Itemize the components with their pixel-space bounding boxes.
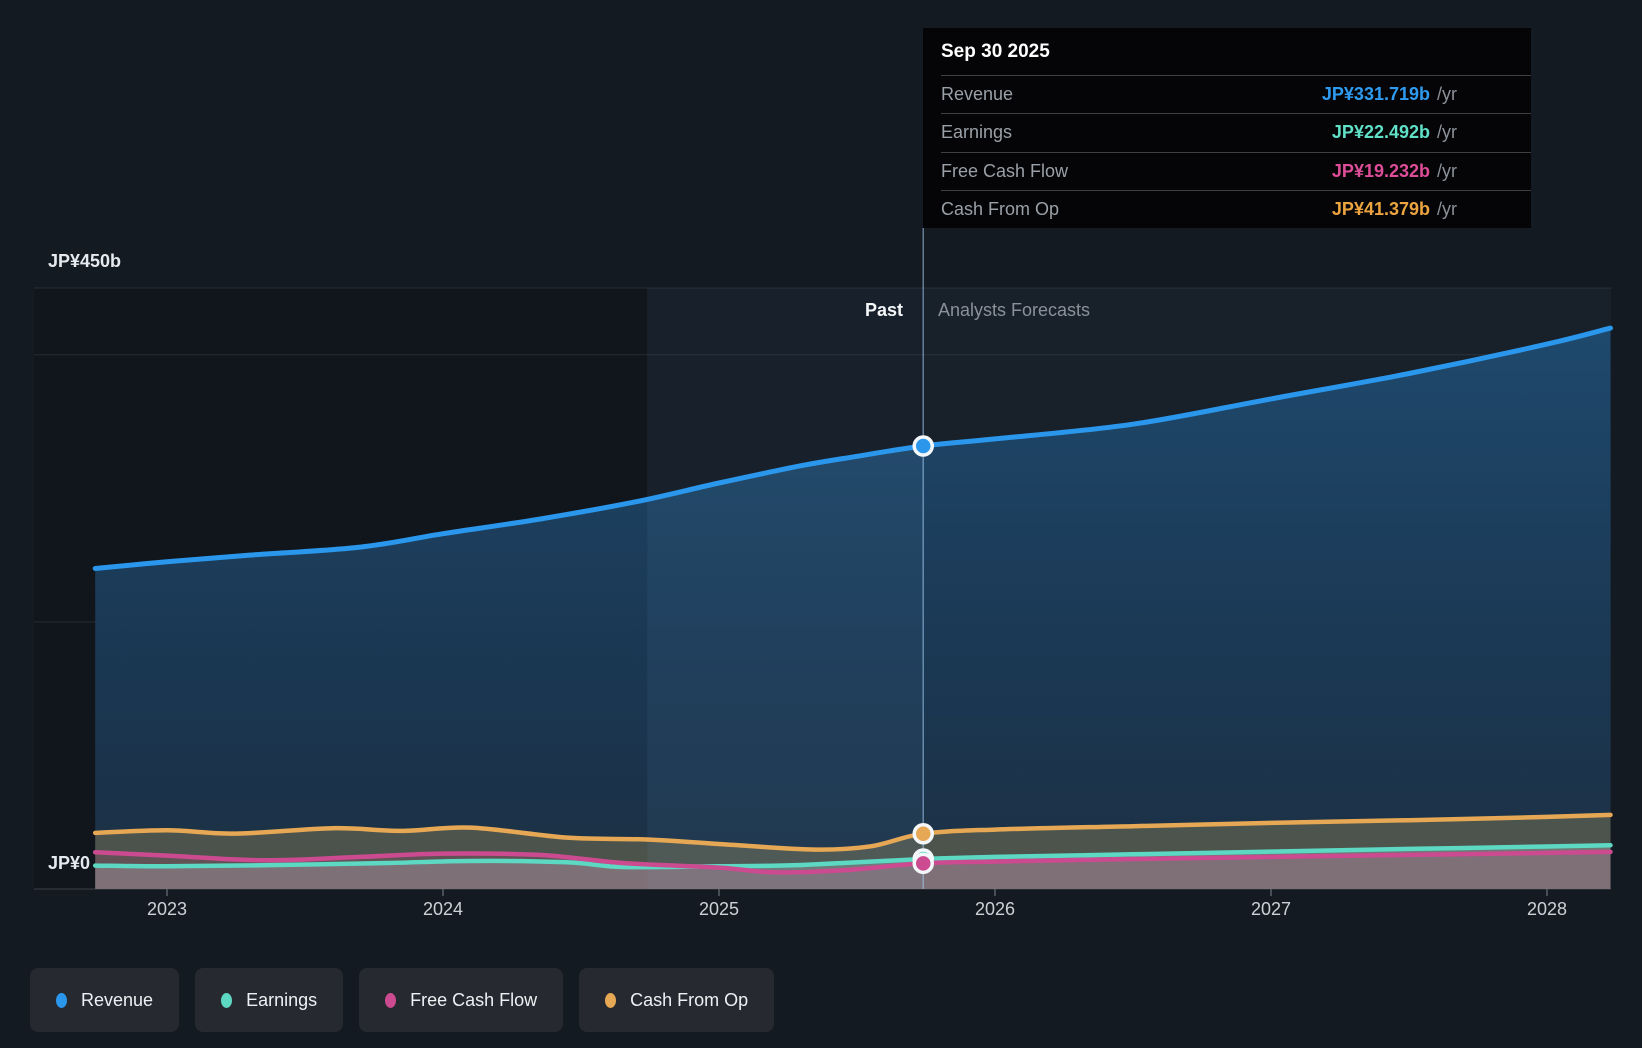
tooltip-value: JP¥331.719b	[1321, 84, 1430, 105]
tooltip-label: Cash From Op	[941, 198, 1060, 219]
tooltip-value: JP¥22.492b	[1331, 122, 1430, 143]
free-cash-flow-dot-icon	[385, 992, 397, 1008]
legend-toggle-free-cash-flow[interactable]: Free Cash Flow	[359, 968, 564, 1032]
tooltip-unit: /yr	[1437, 198, 1457, 219]
legend-toggle-cash-from-op[interactable]: Cash From Op	[579, 968, 775, 1032]
tooltip-unit: /yr	[1437, 122, 1457, 143]
tooltip-row-cash-from-op: Cash From Op JP¥41.379b /yr	[941, 189, 1531, 228]
legend-toggle-revenue[interactable]: Revenue	[30, 968, 180, 1032]
tooltip-unit: /yr	[1437, 84, 1457, 105]
tooltip-date: Sep 30 2025	[941, 40, 1050, 62]
legend-label: Cash From Op	[630, 989, 749, 1010]
legend-label: Free Cash Flow	[410, 989, 538, 1010]
marker-revenue	[912, 435, 934, 457]
x-axis-label-2026: 2026	[974, 899, 1016, 919]
marker-free-cash-flow	[912, 852, 934, 875]
tooltip-value: JP¥41.379b	[1331, 198, 1430, 219]
hovered-period-highlight	[647, 288, 924, 889]
chart-tooltip: Sep 30 2025 Revenue JP¥331.719b /yr Earn…	[923, 28, 1531, 228]
x-axis-label-2024: 2024	[422, 899, 464, 919]
revenue-dot-icon	[56, 992, 67, 1008]
tooltip-row-revenue: Revenue JP¥331.719b /yr	[941, 75, 1531, 113]
legend-toggle-earnings[interactable]: Earnings	[195, 968, 344, 1032]
tooltip-label: Revenue	[941, 84, 1014, 105]
x-axis-label-2027: 2027	[1250, 899, 1292, 919]
marker-cash-from-op	[912, 822, 934, 845]
cash-from-op-dot-icon	[605, 992, 617, 1008]
legend-label: Earnings	[246, 989, 318, 1010]
tooltip-label: Free Cash Flow	[941, 160, 1069, 181]
analysts-forecasts-label: Analysts Forecasts	[938, 300, 1091, 320]
x-axis-label-2025: 2025	[698, 899, 740, 919]
tooltip-row-earnings: Earnings JP¥22.492b /yr	[941, 113, 1531, 151]
past-region-label: Past	[864, 300, 903, 320]
y-axis-max-label: JP¥450b	[48, 251, 122, 271]
y-axis-zero-label: JP¥0	[48, 853, 91, 873]
legend-label: Revenue	[81, 989, 154, 1010]
legend: Revenue Earnings Free Cash Flow Cash Fro…	[30, 968, 775, 1032]
tooltip-row-free-cash-flow: Free Cash Flow JP¥19.232b /yr	[941, 151, 1531, 190]
x-axis-label-2023: 2023	[146, 899, 188, 919]
tooltip-value: JP¥19.232b	[1331, 160, 1430, 181]
x-axis-label-2028: 2028	[1526, 899, 1568, 919]
tooltip-unit: /yr	[1437, 160, 1457, 181]
earnings-forecast-chart: JP¥450b JP¥0 Past Analysts Forecasts 202…	[0, 0, 1642, 1048]
earnings-dot-icon	[221, 992, 233, 1008]
tooltip-label: Earnings	[941, 122, 1013, 143]
